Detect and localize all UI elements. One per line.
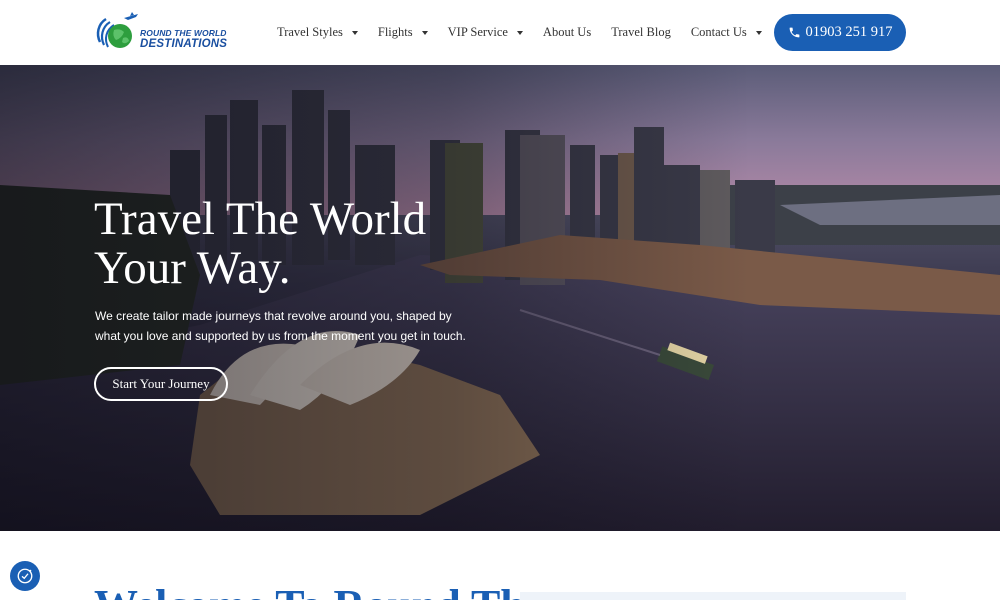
brand-logo[interactable]: ROUND THE WORLD DESTINATIONS bbox=[94, 12, 234, 54]
brand-wordmark: ROUND THE WORLD DESTINATIONS bbox=[140, 29, 227, 50]
brand-line1: ROUND THE WORLD bbox=[140, 28, 227, 38]
nav-item-label: VIP Service bbox=[447, 25, 508, 39]
nav-item-label: Travel Styles bbox=[277, 25, 343, 39]
globe-airplane-logo-icon bbox=[96, 12, 138, 48]
nav-item-vip-service[interactable]: VIP Service bbox=[448, 25, 523, 40]
nav-item-label: About Us bbox=[542, 25, 592, 39]
cookie-consent-button[interactable] bbox=[10, 561, 40, 591]
nav-item-flights[interactable]: Flights bbox=[378, 25, 428, 40]
hero-title-line1: Travel The World bbox=[94, 193, 427, 245]
phone-button[interactable]: 01903 251 917 bbox=[774, 14, 906, 51]
nav-item-about-us[interactable]: About Us bbox=[543, 25, 591, 40]
nav-item-label: Travel Blog bbox=[611, 25, 671, 39]
chevron-down-icon bbox=[755, 31, 762, 35]
chevron-down-icon bbox=[351, 31, 358, 35]
info-card bbox=[520, 592, 906, 600]
main-nav: Travel Styles Flights VIP Service About … bbox=[277, 0, 782, 65]
hero-section: Travel The World Your Way. We create tai… bbox=[0, 65, 1000, 531]
chevron-down-icon bbox=[516, 31, 523, 35]
hero-overlay bbox=[0, 65, 1000, 531]
chevron-down-icon bbox=[421, 31, 428, 35]
welcome-heading: Welcome To Round The bbox=[94, 584, 544, 600]
nav-item-label: Flights bbox=[377, 25, 413, 39]
start-journey-button[interactable]: Start Your Journey bbox=[94, 367, 228, 401]
brand-line2: DESTINATIONS bbox=[140, 37, 228, 50]
hero-title-line2: Your Way. bbox=[94, 242, 291, 294]
phone-number: 01903 251 917 bbox=[805, 24, 893, 40]
nav-item-travel-blog[interactable]: Travel Blog bbox=[611, 25, 671, 40]
nav-item-contact-us[interactable]: Contact Us bbox=[691, 25, 762, 40]
phone-icon bbox=[789, 27, 799, 38]
nav-item-travel-styles[interactable]: Travel Styles bbox=[277, 25, 358, 40]
hero-subtitle: We create tailor made journeys that revo… bbox=[95, 309, 466, 343]
site-header: ROUND THE WORLD DESTINATIONS Travel Styl… bbox=[0, 0, 1000, 65]
cookie-consent-icon bbox=[17, 568, 33, 584]
nav-item-label: Contact Us bbox=[690, 25, 747, 39]
hero-title: Travel The World Your Way. bbox=[94, 195, 426, 293]
